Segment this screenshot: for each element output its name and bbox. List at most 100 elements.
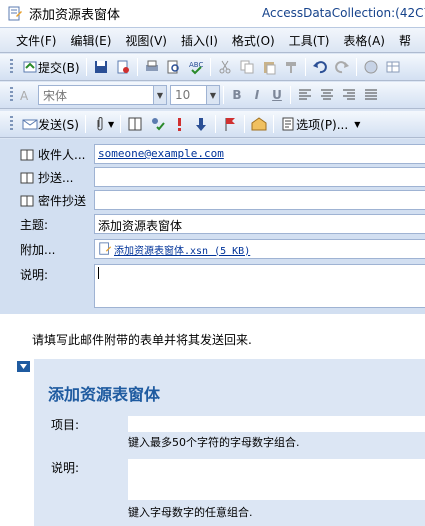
- chevron-down-icon[interactable]: ▼: [206, 86, 219, 104]
- menu-tools[interactable]: 工具(T): [289, 32, 330, 49]
- toolbar-grip[interactable]: [10, 116, 13, 132]
- attach-button[interactable]: ▼: [89, 114, 117, 134]
- attachment-link[interactable]: 添加资源表窗体.xsn (5 KB): [114, 242, 250, 257]
- cut-button[interactable]: [214, 57, 236, 77]
- align-right-icon[interactable]: [341, 87, 357, 103]
- format-painter-button[interactable]: [280, 57, 302, 77]
- toolbar-grip[interactable]: [10, 59, 13, 75]
- message-body: 请填写此邮件附带的表单并将其发送回来. 添加资源表窗体 项目: 键入最多50个字…: [0, 314, 425, 526]
- to-label: 收件人...: [38, 148, 86, 162]
- low-importance-button[interactable]: [190, 114, 212, 134]
- bcc-row: 密件抄送: [0, 190, 425, 210]
- cc-label: 抄送...: [38, 171, 74, 185]
- item-hint: 键入最多50个字符的字母数字组合.: [128, 436, 300, 449]
- separator: [273, 115, 275, 133]
- print-preview-button[interactable]: [163, 57, 185, 77]
- separator: [244, 115, 246, 133]
- menu-edit[interactable]: 编辑(E): [70, 32, 111, 49]
- subject-field[interactable]: 添加资源表窗体: [94, 214, 425, 234]
- chevron-down-icon[interactable]: ▼: [153, 86, 166, 104]
- note-field[interactable]: [94, 264, 425, 308]
- table-button[interactable]: [382, 57, 404, 77]
- paste-icon: [263, 62, 276, 75]
- svg-text:A: A: [20, 89, 29, 103]
- spelling-icon: ABC: [189, 61, 203, 75]
- separator: [215, 115, 217, 133]
- to-row: 收件人... someone@example.com: [0, 144, 425, 164]
- open-envelope-icon: [251, 117, 267, 131]
- align-center-icon[interactable]: [319, 87, 335, 103]
- save-button[interactable]: [90, 57, 112, 77]
- cc-button[interactable]: 抄送...: [20, 169, 73, 186]
- font-size-value: 10: [175, 88, 191, 102]
- to-field[interactable]: someone@example.com: [94, 144, 425, 164]
- chevron-down-icon: [20, 364, 27, 369]
- bcc-field[interactable]: [94, 190, 425, 210]
- permission-button[interactable]: [112, 57, 134, 77]
- options-button[interactable]: 选项(P)... ▼: [277, 114, 363, 134]
- menu-help[interactable]: 帮: [399, 32, 411, 49]
- send-button[interactable]: 发送(S): [19, 114, 82, 134]
- spelling-button[interactable]: ABC: [185, 57, 207, 77]
- exclamation-icon: [178, 118, 182, 131]
- text-cursor: [98, 267, 99, 279]
- toolbar-grip[interactable]: [10, 87, 13, 103]
- subject-row: 主题: 添加资源表窗体: [0, 214, 425, 234]
- underline-button[interactable]: U: [267, 88, 287, 102]
- high-importance-button[interactable]: [168, 114, 190, 134]
- menu-table[interactable]: 表格(A): [343, 32, 385, 49]
- paste-button[interactable]: [258, 57, 280, 77]
- window-subtitle: AccessDataCollection:(42C7: [262, 6, 425, 20]
- note-row: 说明:: [0, 264, 425, 310]
- address-book-button[interactable]: [124, 114, 146, 134]
- item-input[interactable]: [128, 416, 425, 432]
- menu-file[interactable]: 文件(F): [16, 32, 56, 49]
- bold-button[interactable]: B: [227, 88, 247, 102]
- chevron-down-icon[interactable]: ▼: [108, 120, 114, 129]
- separator: [304, 58, 306, 76]
- attach-label[interactable]: 附加...: [20, 241, 55, 258]
- copy-button[interactable]: [236, 57, 258, 77]
- send-mail-icon: [22, 119, 38, 130]
- menu-insert[interactable]: 插入(I): [181, 32, 218, 49]
- separator: [84, 115, 86, 133]
- address-book-icon: [128, 117, 142, 131]
- separator: [290, 86, 291, 104]
- undo-button[interactable]: [309, 57, 331, 77]
- check-names-button[interactable]: [146, 114, 168, 134]
- menu-view[interactable]: 视图(V): [125, 32, 167, 49]
- cc-field[interactable]: [94, 167, 425, 187]
- separator: [209, 58, 211, 76]
- chevron-down-icon[interactable]: ▼: [354, 120, 360, 129]
- redo-button[interactable]: [331, 57, 353, 77]
- standard-toolbar: 提交(B) ABC: [0, 54, 425, 81]
- bcc-button[interactable]: 密件抄送: [20, 192, 86, 209]
- address-book-icon: [20, 172, 34, 183]
- justify-icon[interactable]: [363, 87, 379, 103]
- note-label: 说明:: [20, 268, 49, 282]
- table-icon: [386, 61, 400, 73]
- description-input[interactable]: [128, 459, 425, 500]
- envelope-open-button[interactable]: [248, 114, 270, 134]
- print-button[interactable]: [141, 57, 163, 77]
- to-recipient[interactable]: someone@example.com: [98, 147, 224, 160]
- font-size-select[interactable]: 10 ▼: [170, 85, 220, 105]
- flag-button[interactable]: [219, 114, 241, 134]
- separator: [136, 58, 138, 76]
- send-label: 发送(S): [38, 117, 79, 132]
- address-book-icon: [20, 149, 34, 160]
- to-button[interactable]: 收件人...: [20, 146, 85, 163]
- align-left-icon[interactable]: [297, 87, 313, 103]
- menu-format[interactable]: 格式(O): [232, 32, 275, 49]
- permission-icon: [117, 60, 129, 74]
- window-title: 添加资源表窗体: [29, 8, 121, 23]
- infopath-form-icon: [8, 6, 22, 20]
- collapse-toggle[interactable]: [17, 361, 30, 372]
- separator: [120, 115, 122, 133]
- font-name-select[interactable]: 宋体 ▼: [38, 85, 167, 105]
- cut-icon: [219, 60, 231, 74]
- attach-field[interactable]: 添加资源表窗体.xsn (5 KB): [94, 239, 425, 259]
- italic-button[interactable]: I: [247, 88, 267, 102]
- research-button[interactable]: [360, 57, 382, 77]
- submit-button[interactable]: 提交(B): [19, 57, 83, 77]
